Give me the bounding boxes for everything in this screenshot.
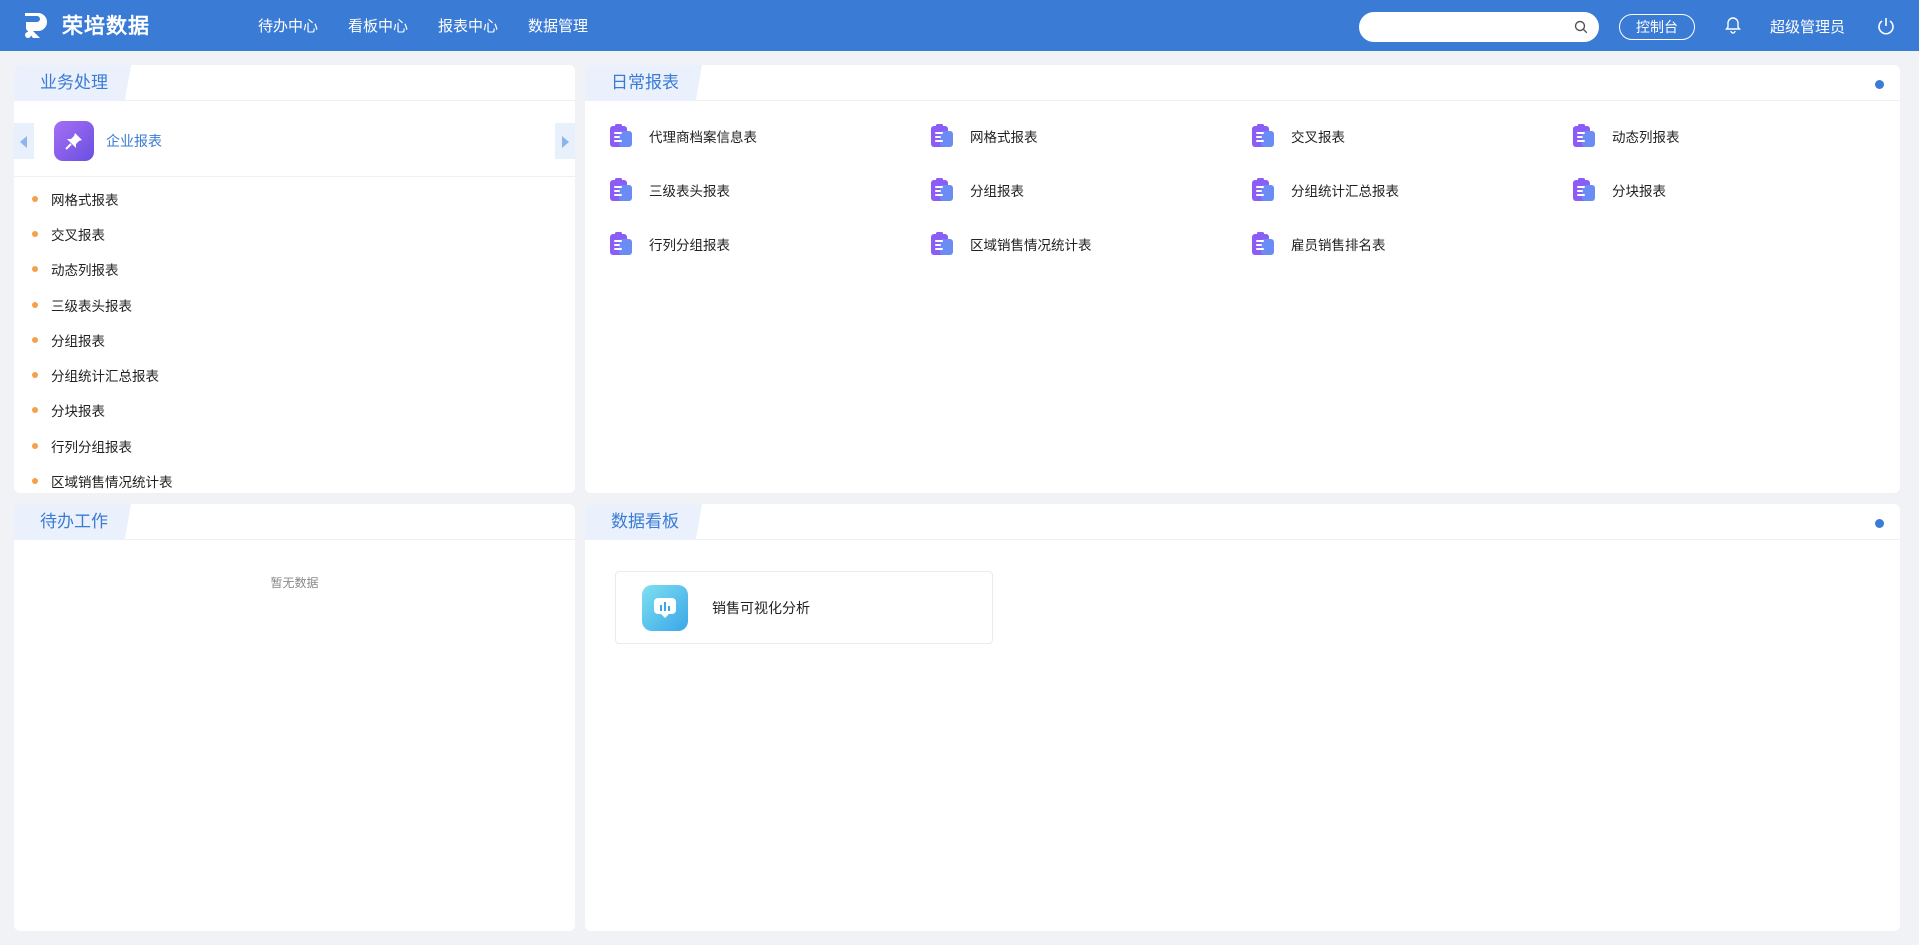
search-box <box>1359 12 1599 42</box>
report-item[interactable]: 动态列报表 <box>1572 121 1893 151</box>
bullet-icon <box>32 336 38 343</box>
bullet-icon <box>32 372 38 379</box>
empty-state: 暂无数据 <box>270 576 319 590</box>
list-item[interactable]: 动态列报表 <box>14 252 575 287</box>
report-label: 代理商档案信息表 <box>649 130 757 146</box>
panel-header: 日常报表 <box>585 65 1900 101</box>
report-grid: 代理商档案信息表 网格式报表 交叉报表 动态列报表三级表头报表 分组报表 分组统计汇总报表… <box>609 121 1889 259</box>
console-button[interactable]: 控制台 <box>1619 14 1695 40</box>
panel-title: 业务处理 <box>14 65 150 101</box>
clipboard-icon <box>1252 178 1274 201</box>
bullet-icon <box>32 266 38 273</box>
clipboard-icon <box>1573 124 1595 147</box>
arrow-right-icon <box>562 136 569 148</box>
username[interactable]: 超级管理员 <box>1770 16 1845 37</box>
clipboard-icon <box>1252 232 1274 255</box>
more-dot-icon[interactable] <box>1875 519 1884 528</box>
clipboard-icon <box>1573 178 1595 201</box>
report-label: 动态列报表 <box>1612 130 1680 146</box>
report-label: 分块报表 <box>1612 184 1666 200</box>
panel-title: 数据看板 <box>585 504 721 540</box>
bullet-icon <box>32 301 38 308</box>
bullet-icon <box>32 442 38 449</box>
report-item[interactable]: 行列分组报表 <box>609 229 930 259</box>
report-item[interactable]: 分组报表 <box>930 175 1251 205</box>
panel-header: 数据看板 <box>585 504 1900 540</box>
top-header: 荣培数据 待办中心 看板中心 报表中心 数据管理 控制台 超级管理员 <box>0 0 1919 51</box>
search-input[interactable] <box>1374 13 1574 41</box>
bell-icon[interactable] <box>1724 16 1742 34</box>
business-panel: 业务处理 企业报表 网格式报表 交叉报表 动态列报表 三级表头报表 分组报表 分… <box>14 65 575 493</box>
report-label: 三级表头报表 <box>649 184 730 200</box>
report-item[interactable]: 雇员销售排名表 <box>1251 229 1572 259</box>
report-label: 雇员销售排名表 <box>1291 238 1386 254</box>
power-icon[interactable] <box>1876 16 1896 36</box>
chart-screen-icon <box>642 584 688 631</box>
bullet-icon <box>32 407 38 414</box>
dashboard-card[interactable]: 销售可视化分析 <box>615 571 993 644</box>
report-item[interactable]: 代理商档案信息表 <box>609 121 930 151</box>
list-item[interactable]: 区域销售情况统计表 <box>14 463 575 493</box>
panel-title: 待办工作 <box>14 504 150 540</box>
pin-icon <box>54 121 94 161</box>
logo-icon <box>25 13 47 38</box>
panel-header: 待办工作 <box>14 504 575 540</box>
report-item[interactable]: 分块报表 <box>1572 175 1893 205</box>
nav-board-center[interactable]: 看板中心 <box>348 15 408 36</box>
report-item[interactable]: 网格式报表 <box>930 121 1251 151</box>
list-item[interactable]: 分块报表 <box>14 393 575 428</box>
bullet-icon <box>32 230 38 237</box>
report-item[interactable]: 三级表头报表 <box>609 175 930 205</box>
dashboard-panel: 数据看板 销售可视化分析 <box>585 504 1900 931</box>
tab-label: 企业报表 <box>106 134 162 150</box>
nav-report-center[interactable]: 报表中心 <box>438 15 498 36</box>
list-item[interactable]: 交叉报表 <box>14 216 575 251</box>
clipboard-icon <box>931 232 953 255</box>
next-tab-button[interactable] <box>555 123 575 159</box>
bullet-icon <box>32 478 38 485</box>
panel-title: 日常报表 <box>585 65 721 101</box>
report-item[interactable]: 分组统计汇总报表 <box>1251 175 1572 205</box>
clipboard-icon <box>610 232 632 255</box>
clipboard-icon <box>610 124 632 147</box>
card-label: 销售可视化分析 <box>712 600 810 617</box>
todo-panel: 待办工作 暂无数据 <box>14 504 575 931</box>
list-item[interactable]: 行列分组报表 <box>14 428 575 463</box>
report-label: 区域销售情况统计表 <box>970 238 1092 254</box>
bullet-icon <box>32 195 38 202</box>
panel-header: 业务处理 <box>14 65 575 101</box>
report-label: 行列分组报表 <box>649 238 730 254</box>
business-tabs: 企业报表 <box>14 101 575 177</box>
list-item[interactable]: 分组统计汇总报表 <box>14 357 575 392</box>
clipboard-icon <box>610 178 632 201</box>
nav-data-management[interactable]: 数据管理 <box>528 15 588 36</box>
clipboard-icon <box>931 124 953 147</box>
prev-tab-button[interactable] <box>14 123 34 159</box>
report-label: 分组统计汇总报表 <box>1291 184 1399 200</box>
business-list: 网格式报表 交叉报表 动态列报表 三级表头报表 分组报表 分组统计汇总报表 分块… <box>14 181 575 493</box>
daily-reports-panel: 日常报表 代理商档案信息表 网格式报表 交叉报表 动态列报表三级表头报表 分组报表 分组统… <box>585 65 1900 493</box>
main-nav: 待办中心 看板中心 报表中心 数据管理 <box>258 0 618 51</box>
report-label: 交叉报表 <box>1291 130 1345 146</box>
clipboard-icon <box>1252 124 1274 147</box>
nav-todo-center[interactable]: 待办中心 <box>258 15 318 36</box>
list-item[interactable]: 分组报表 <box>14 322 575 357</box>
report-label: 分组报表 <box>970 184 1024 200</box>
app-name: 荣培数据 <box>62 14 150 38</box>
report-item[interactable]: 交叉报表 <box>1251 121 1572 151</box>
list-item[interactable]: 网格式报表 <box>14 181 575 216</box>
tab-enterprise-report[interactable]: 企业报表 <box>54 121 162 161</box>
search-icon[interactable] <box>1574 20 1588 34</box>
logo[interactable]: 荣培数据 <box>20 10 150 40</box>
more-dot-icon[interactable] <box>1875 80 1884 89</box>
clipboard-icon <box>931 178 953 201</box>
report-label: 网格式报表 <box>970 130 1038 146</box>
arrow-left-icon <box>20 136 27 148</box>
report-item[interactable]: 区域销售情况统计表 <box>930 229 1251 259</box>
list-item[interactable]: 三级表头报表 <box>14 287 575 322</box>
